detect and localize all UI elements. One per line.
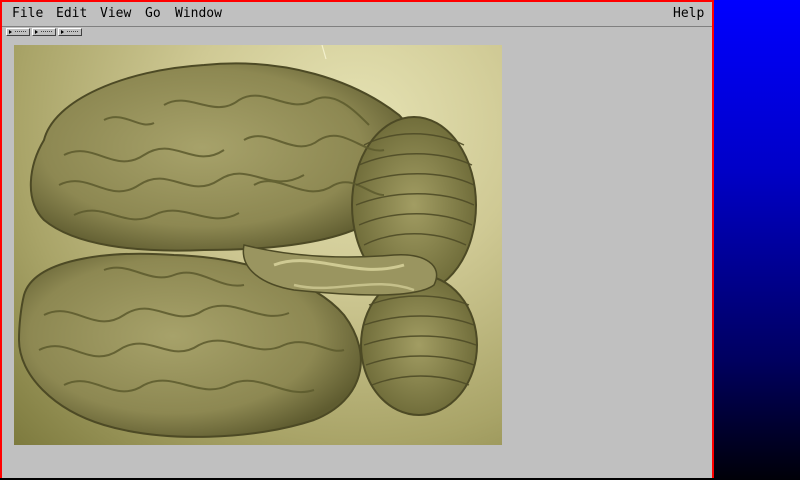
menu-help[interactable]: Help	[673, 6, 704, 22]
toolbar-handle-expand-icon[interactable]	[58, 28, 82, 36]
menu-edit[interactable]: Edit	[56, 6, 87, 22]
desktop-background	[714, 0, 800, 480]
menu-go[interactable]: Go	[145, 6, 161, 22]
brain-photo-illustration	[17, 45, 478, 438]
menu-window[interactable]: Window	[175, 6, 222, 22]
menu-view[interactable]: View	[100, 6, 131, 22]
fibre-artifact	[321, 45, 327, 60]
menu-bar: File Edit View Go Window Help	[2, 2, 712, 27]
toolbar-collapse-handles	[6, 28, 82, 36]
brain-specimen-image	[14, 45, 502, 445]
menu-file[interactable]: File	[12, 6, 43, 22]
browser-window: File Edit View Go Window Help	[0, 0, 714, 478]
toolbar-handle-expand-icon[interactable]	[32, 28, 56, 36]
toolbar-handle-expand-icon[interactable]	[6, 28, 30, 36]
page-content	[2, 38, 712, 478]
